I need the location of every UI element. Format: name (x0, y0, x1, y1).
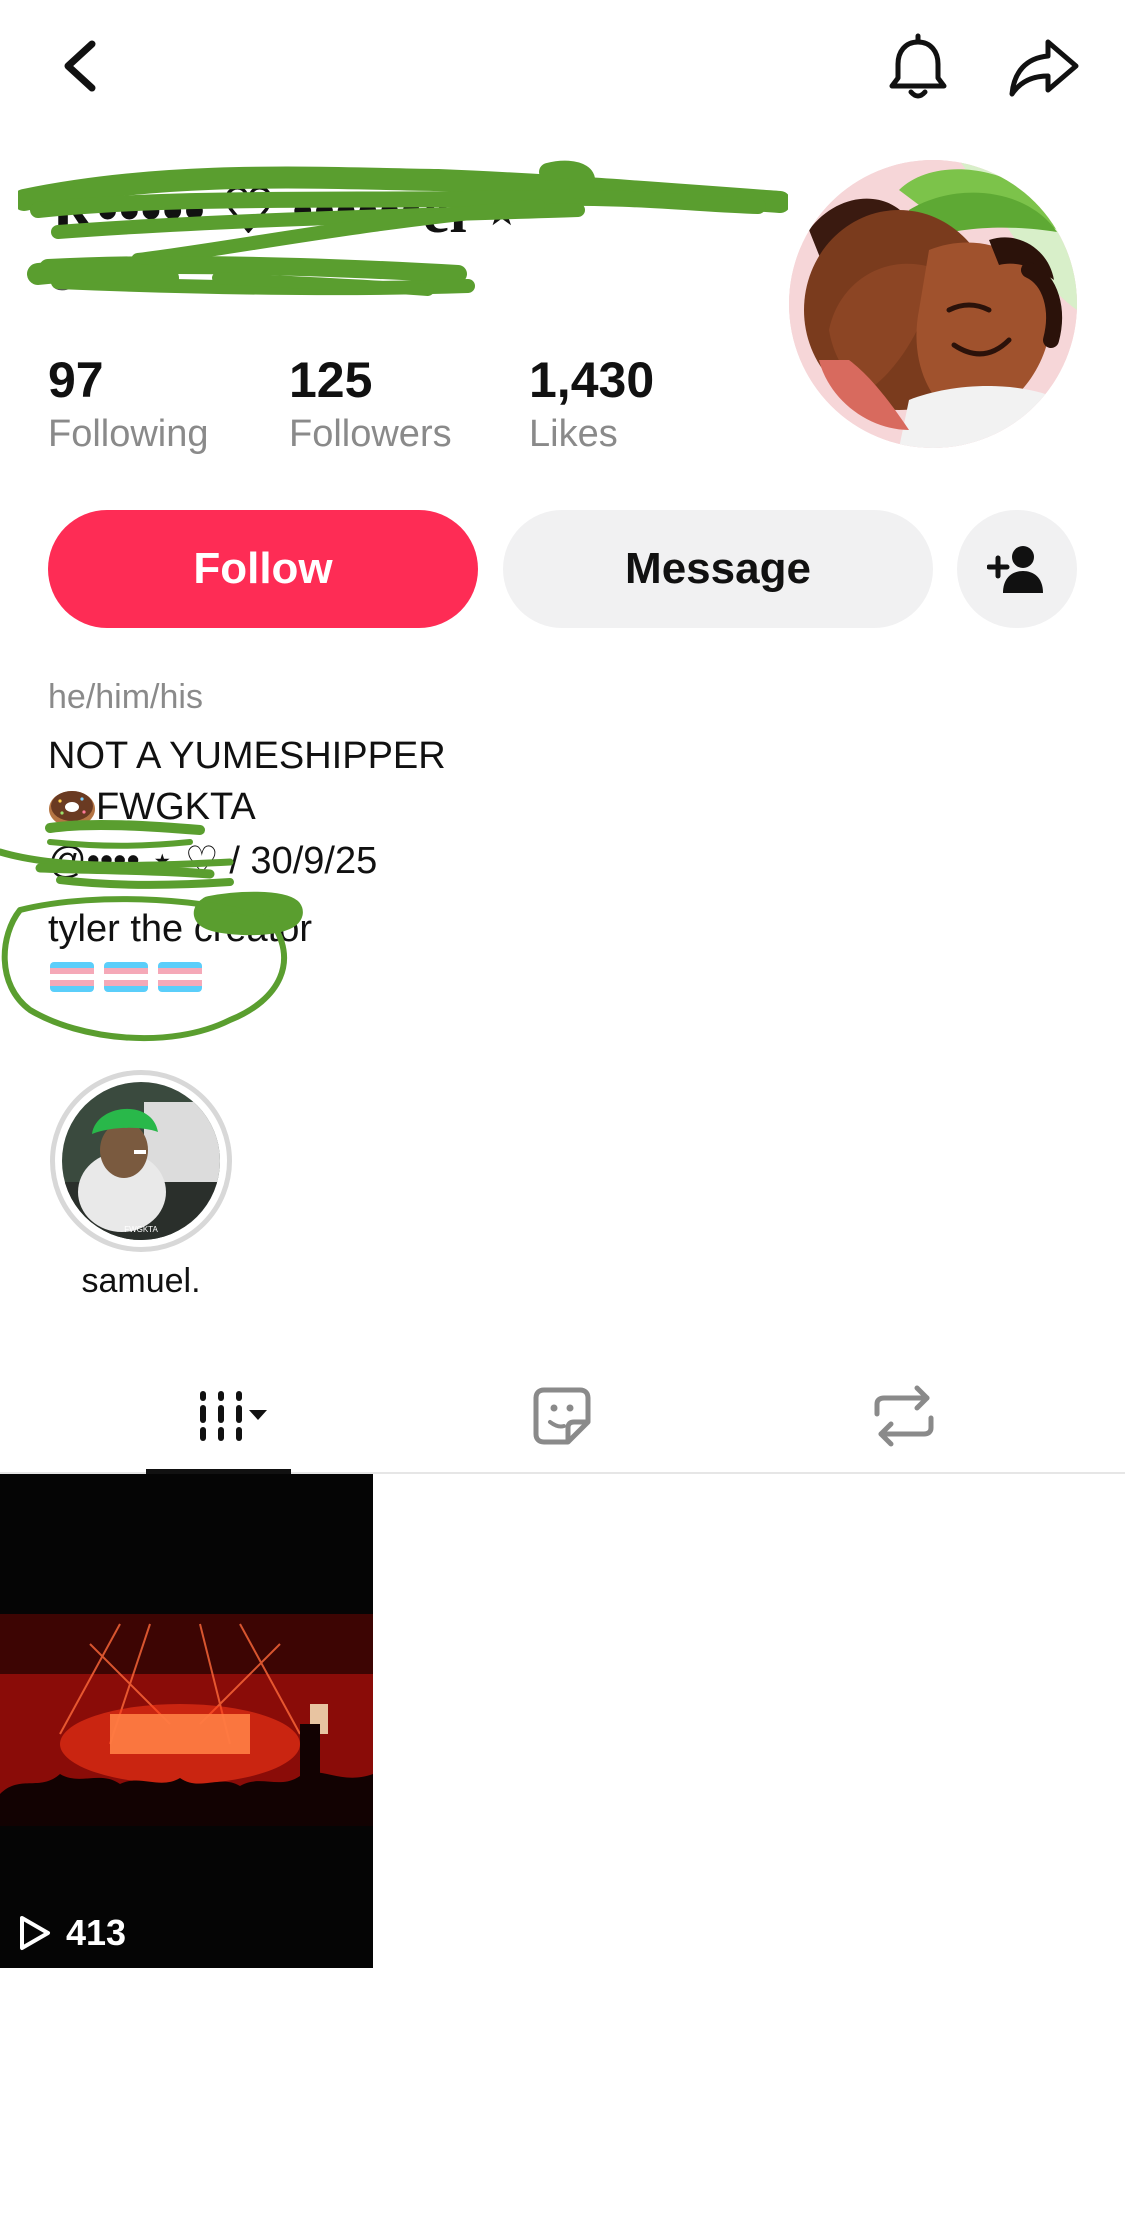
view-count: 413 (16, 1912, 126, 1954)
highlight-label: samuel. (81, 1262, 201, 1300)
profile-name-area: R••••• ♡ ••••••el ⋆ @•••••••• (18, 150, 788, 320)
follow-button[interactable]: Follow (48, 510, 478, 628)
avatar-illustration (789, 160, 1077, 448)
tab-reposts[interactable] (864, 1360, 944, 1472)
followers-label: Followers (289, 413, 452, 455)
following-label: Following (48, 413, 209, 455)
bio-pronouns: he/him/his (48, 678, 203, 716)
view-count-value: 413 (66, 1912, 127, 1953)
followers-count: 125 (289, 352, 373, 408)
profile-tabs (0, 1360, 1125, 1474)
person-plus-icon (987, 546, 1043, 593)
following-count: 97 (48, 352, 104, 408)
likes-label: Likes (529, 413, 618, 455)
avatar[interactable] (789, 160, 1077, 448)
story-highlight[interactable]: FWGKTA (50, 1070, 232, 1252)
redaction-scribble (18, 160, 788, 296)
message-button[interactable]: Message (503, 510, 933, 628)
concert-video-preview (0, 1474, 373, 1968)
highlight-thumbnail: FWGKTA (62, 1082, 220, 1240)
video-thumbnail[interactable]: 413 (0, 1474, 373, 1968)
chevron-down-icon (248, 1410, 267, 1420)
back-button[interactable] (44, 26, 114, 106)
tab-favorites[interactable] (522, 1360, 602, 1472)
add-friend-button[interactable] (957, 510, 1077, 628)
share-arrow-icon (1009, 39, 1079, 97)
bell-icon (889, 33, 947, 99)
reposts-icon (874, 1385, 934, 1447)
likes-count: 1,430 (529, 352, 655, 408)
chevron-left-icon (64, 40, 96, 92)
favorites-sticker-icon (533, 1387, 591, 1445)
share-button[interactable] (1002, 28, 1086, 108)
highlight-photo: FWGKTA (62, 1082, 220, 1240)
videos-grid-icon (199, 1391, 267, 1441)
redaction-scribble (0, 819, 303, 1042)
tab-videos[interactable] (146, 1360, 291, 1474)
highlight-caption: FWGKTA (124, 1225, 158, 1234)
stat-likes[interactable]: 1,430 Likes (529, 352, 654, 456)
stat-followers[interactable]: 125 Followers (289, 352, 452, 456)
play-icon (20, 1916, 50, 1950)
stat-following[interactable]: 97 Following (48, 352, 209, 456)
notifications-button[interactable] (878, 28, 958, 108)
